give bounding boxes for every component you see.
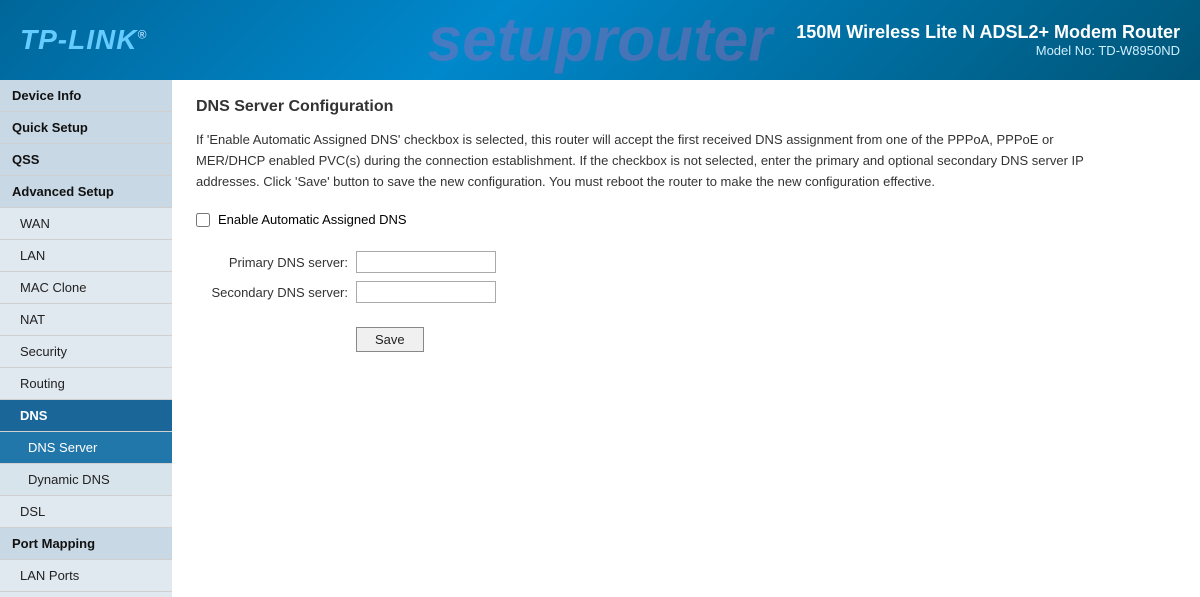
- sidebar-item-quick-setup[interactable]: Quick Setup: [0, 112, 172, 144]
- logo-registered: ®: [137, 28, 147, 42]
- auto-dns-row: Enable Automatic Assigned DNS: [196, 212, 1176, 227]
- dns-form: Primary DNS server: Secondary DNS server…: [196, 251, 1176, 303]
- secondary-dns-label: Secondary DNS server:: [196, 285, 356, 300]
- sidebar-item-mac-clone[interactable]: MAC Clone: [0, 272, 172, 304]
- secondary-dns-input[interactable]: [356, 281, 496, 303]
- watermark: setuprouter: [428, 5, 772, 76]
- content-area: DNS Server Configuration If 'Enable Auto…: [172, 80, 1200, 597]
- secondary-dns-row: Secondary DNS server:: [196, 281, 1176, 303]
- sidebar-item-routing[interactable]: Routing: [0, 368, 172, 400]
- sidebar-item-dynamic-dns[interactable]: Dynamic DNS: [0, 464, 172, 496]
- model-number: Model No: TD-W8950ND: [796, 43, 1180, 58]
- sidebar-item-port-mapping[interactable]: Port Mapping: [0, 528, 172, 560]
- sidebar: Device Info Quick Setup QSS Advanced Set…: [0, 80, 172, 597]
- sidebar-item-ipsec[interactable]: IPSec: [0, 592, 172, 597]
- logo: TP-LINK®: [20, 24, 147, 56]
- sidebar-item-dns-server[interactable]: DNS Server: [0, 432, 172, 464]
- save-row: Save: [196, 327, 1176, 352]
- sidebar-item-nat[interactable]: NAT: [0, 304, 172, 336]
- sidebar-item-security[interactable]: Security: [0, 336, 172, 368]
- primary-dns-label: Primary DNS server:: [196, 255, 356, 270]
- logo-text: TP-LINK: [20, 24, 137, 55]
- sidebar-item-wan[interactable]: WAN: [0, 208, 172, 240]
- sidebar-item-advanced-setup[interactable]: Advanced Setup: [0, 176, 172, 208]
- main-layout: Device Info Quick Setup QSS Advanced Set…: [0, 80, 1200, 597]
- sidebar-item-lan-ports[interactable]: LAN Ports: [0, 560, 172, 592]
- sidebar-item-dns[interactable]: DNS: [0, 400, 172, 432]
- page-description: If 'Enable Automatic Assigned DNS' check…: [196, 130, 1116, 192]
- sidebar-item-lan[interactable]: LAN: [0, 240, 172, 272]
- primary-dns-input[interactable]: [356, 251, 496, 273]
- sidebar-item-qss[interactable]: QSS: [0, 144, 172, 176]
- auto-dns-checkbox[interactable]: [196, 213, 210, 227]
- auto-dns-label[interactable]: Enable Automatic Assigned DNS: [218, 212, 407, 227]
- product-name: 150M Wireless Lite N ADSL2+ Modem Router: [796, 22, 1180, 43]
- header-model: 150M Wireless Lite N ADSL2+ Modem Router…: [796, 22, 1180, 58]
- header: TP-LINK® setuprouter 150M Wireless Lite …: [0, 0, 1200, 80]
- page-title: DNS Server Configuration: [196, 98, 1176, 116]
- primary-dns-row: Primary DNS server:: [196, 251, 1176, 273]
- save-button[interactable]: Save: [356, 327, 424, 352]
- sidebar-item-device-info[interactable]: Device Info: [0, 80, 172, 112]
- sidebar-item-dsl[interactable]: DSL: [0, 496, 172, 528]
